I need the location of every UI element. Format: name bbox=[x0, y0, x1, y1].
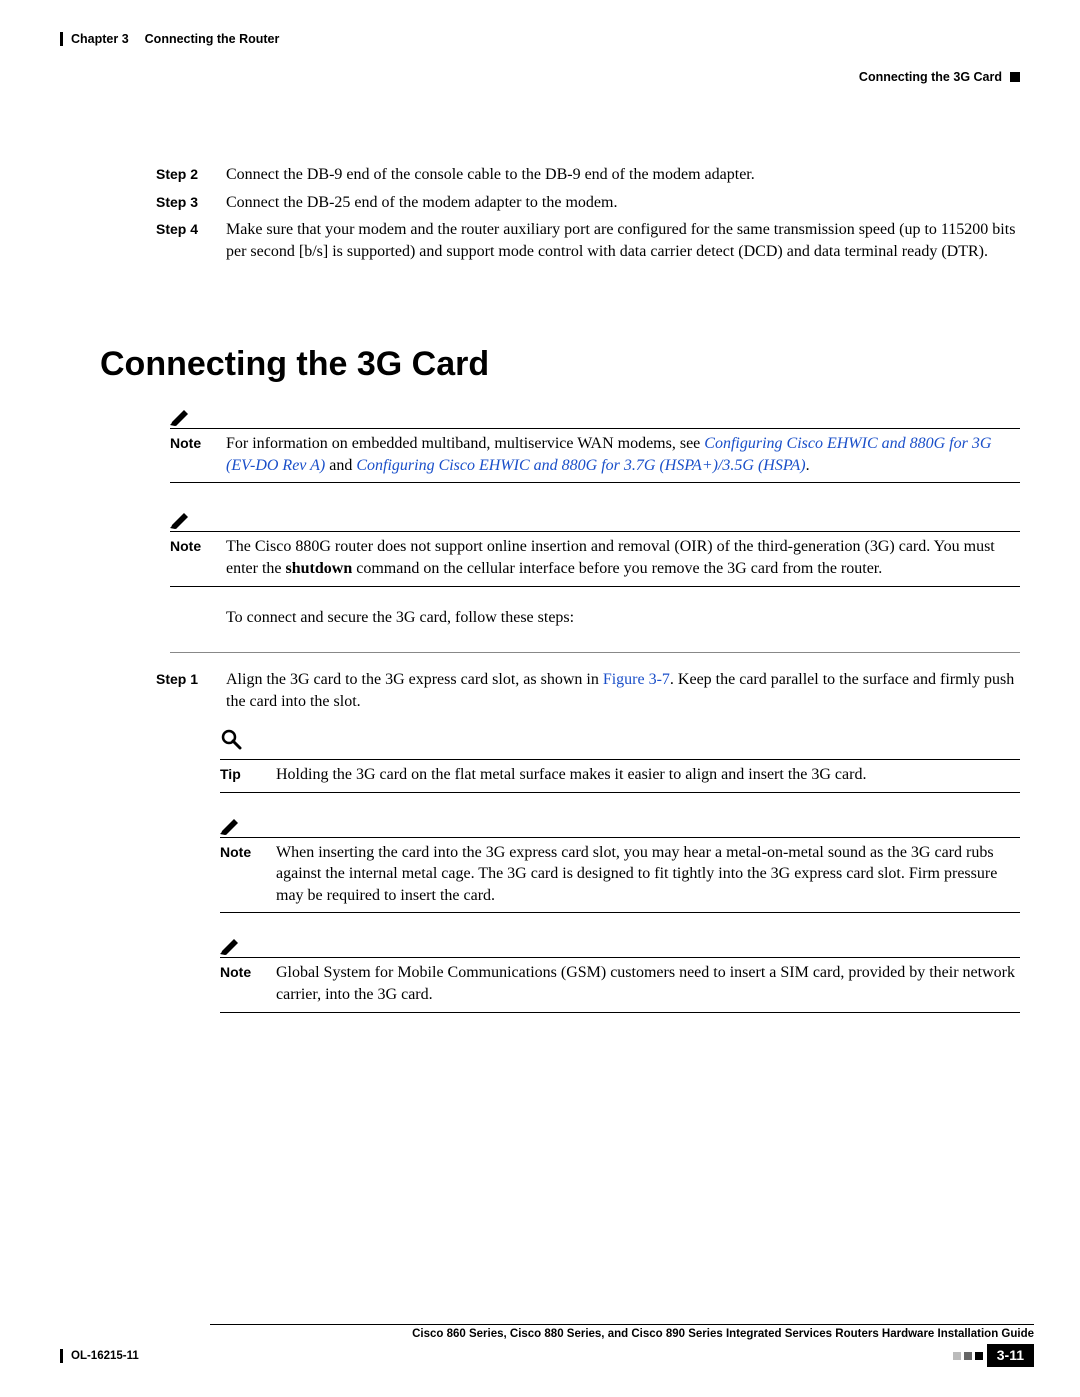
step-row: Step 3 Connect the DB-25 end of the mode… bbox=[156, 192, 1020, 214]
header-decor-box bbox=[1010, 72, 1020, 82]
note-label: Note bbox=[220, 843, 276, 907]
steps-top: Step 2 Connect the DB-9 end of the conso… bbox=[156, 164, 1020, 262]
page: Chapter 3 Connecting the Router Connecti… bbox=[0, 0, 1080, 1397]
page-number: 3-11 bbox=[987, 1344, 1034, 1367]
tip-icon bbox=[220, 728, 242, 750]
step-label: Step 3 bbox=[156, 193, 226, 214]
step-text: Align the 3G card to the 3G express card… bbox=[226, 669, 1020, 712]
doc-link[interactable]: Configuring Cisco EHWIC and 880G for 3.7… bbox=[356, 457, 805, 474]
section-title-right: Connecting the 3G Card bbox=[859, 70, 1002, 84]
note-icon bbox=[220, 815, 244, 835]
footer-guide-title: Cisco 860 Series, Cisco 880 Series, and … bbox=[210, 1324, 1034, 1340]
note-icon bbox=[170, 406, 194, 426]
page-footer: Cisco 860 Series, Cisco 880 Series, and … bbox=[60, 1324, 1034, 1367]
chapter-label: Chapter 3 bbox=[71, 32, 129, 46]
note-label: Note bbox=[170, 537, 226, 579]
note-label: Note bbox=[220, 963, 276, 1005]
header-left: Chapter 3 Connecting the Router bbox=[60, 32, 279, 46]
note-block: Note When inserting the card into the 3G… bbox=[220, 815, 1020, 914]
step-text: Connect the DB-9 end of the console cabl… bbox=[226, 164, 1020, 186]
page-header: Chapter 3 Connecting the Router bbox=[60, 32, 1020, 46]
section-heading: Connecting the 3G Card bbox=[100, 342, 1020, 388]
step-label: Step 2 bbox=[156, 165, 226, 186]
footer-left: OL-16215-11 bbox=[60, 1349, 139, 1363]
tip-block: Tip Holding the 3G card on the flat meta… bbox=[220, 728, 1020, 792]
page-subheader: Connecting the 3G Card bbox=[60, 48, 1020, 84]
chapter-title: Connecting the Router bbox=[145, 32, 280, 46]
note-block: Note For information on embedded multiba… bbox=[170, 406, 1020, 483]
tip-text: Holding the 3G card on the flat metal su… bbox=[276, 764, 1020, 786]
tip-label: Tip bbox=[220, 765, 276, 786]
step-label: Step 4 bbox=[156, 220, 226, 262]
footer-decor-bar bbox=[60, 1349, 63, 1363]
note-block: Note Global System for Mobile Communicat… bbox=[220, 935, 1020, 1012]
divider bbox=[170, 652, 1020, 653]
note-block: Note The Cisco 880G router does not supp… bbox=[170, 509, 1020, 586]
figure-ref-link[interactable]: Figure 3-7 bbox=[603, 671, 670, 688]
header-decor-bar bbox=[60, 32, 63, 46]
doc-id: OL-16215-11 bbox=[71, 1350, 139, 1362]
footer-decor-boxes bbox=[953, 1352, 983, 1360]
note-text: The Cisco 880G router does not support o… bbox=[226, 536, 1020, 579]
content: Step 2 Connect the DB-9 end of the conso… bbox=[60, 164, 1020, 1013]
step-label: Step 1 bbox=[156, 670, 226, 712]
step-row: Step 2 Connect the DB-9 end of the conso… bbox=[156, 164, 1020, 186]
step-row: Step 1 Align the 3G card to the 3G expre… bbox=[156, 669, 1020, 712]
step-text: Make sure that your modem and the router… bbox=[226, 219, 1020, 262]
note-label: Note bbox=[170, 434, 226, 476]
note-icon bbox=[170, 509, 194, 529]
note-text: For information on embedded multiband, m… bbox=[226, 433, 1020, 476]
intro-paragraph: To connect and secure the 3G card, follo… bbox=[226, 607, 1020, 629]
command-name: shutdown bbox=[286, 560, 353, 577]
note-text: When inserting the card into the 3G expr… bbox=[276, 842, 1020, 907]
note-text: Global System for Mobile Communications … bbox=[276, 962, 1020, 1005]
note-icon bbox=[220, 935, 244, 955]
step-row: Step 4 Make sure that your modem and the… bbox=[156, 219, 1020, 262]
header-right: Connecting the 3G Card bbox=[859, 70, 1020, 84]
step-text: Connect the DB-25 end of the modem adapt… bbox=[226, 192, 1020, 214]
